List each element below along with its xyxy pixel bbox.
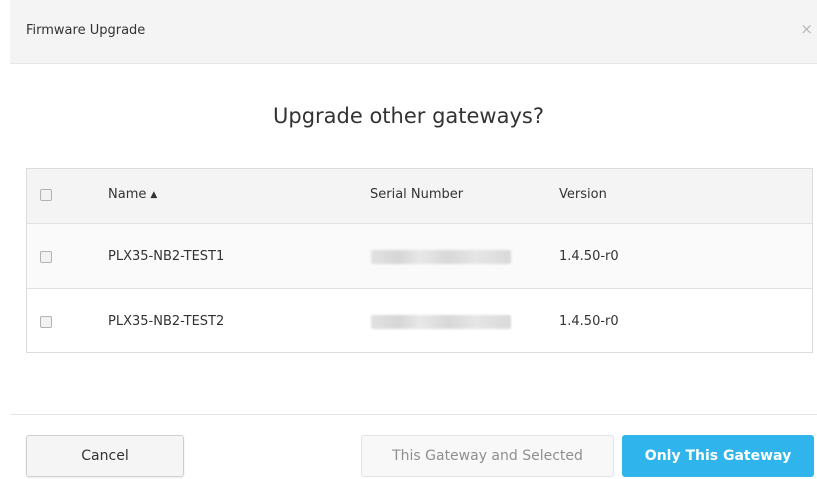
select-all-checkbox[interactable] bbox=[40, 189, 52, 201]
row-checkbox[interactable] bbox=[40, 251, 52, 263]
gateway-version: 1.4.50-r0 bbox=[559, 249, 619, 264]
dialog-question: Upgrade other gateways? bbox=[273, 104, 544, 128]
footer-divider bbox=[10, 414, 817, 415]
dialog-title: Firmware Upgrade bbox=[26, 23, 146, 38]
table-row[interactable]: PLX35-NB2-TEST1 1.4.50-r0 bbox=[27, 223, 812, 288]
column-header-serial: Serial Number bbox=[370, 187, 464, 202]
gateways-table: Name ▲ Serial Number Version PLX35-NB2-TE… bbox=[26, 168, 813, 353]
close-icon[interactable]: × bbox=[800, 22, 813, 37]
column-name-label: Name bbox=[108, 187, 147, 202]
row-checkbox[interactable] bbox=[40, 316, 52, 328]
gateway-name: PLX35-NB2-TEST2 bbox=[108, 314, 225, 329]
upgrade-only-this-gateway-button[interactable]: Only This Gateway bbox=[622, 435, 814, 477]
cancel-button[interactable]: Cancel bbox=[26, 435, 184, 477]
table-row[interactable]: PLX35-NB2-TEST2 1.4.50-r0 bbox=[27, 288, 812, 352]
gateway-version: 1.4.50-r0 bbox=[559, 314, 619, 329]
table-header-row: Name ▲ Serial Number Version bbox=[27, 169, 812, 223]
upgrade-this-and-selected-button[interactable]: This Gateway and Selected bbox=[361, 435, 614, 477]
column-header-version: Version bbox=[559, 187, 607, 202]
dialog-header: Firmware Upgrade × bbox=[10, 0, 817, 64]
column-header-name[interactable]: Name ▲ bbox=[108, 188, 157, 202]
redacted-serial-number bbox=[371, 250, 511, 264]
gateway-name: PLX35-NB2-TEST1 bbox=[108, 249, 225, 264]
sort-ascending-icon: ▲ bbox=[150, 190, 158, 200]
redacted-serial-number bbox=[371, 315, 511, 329]
